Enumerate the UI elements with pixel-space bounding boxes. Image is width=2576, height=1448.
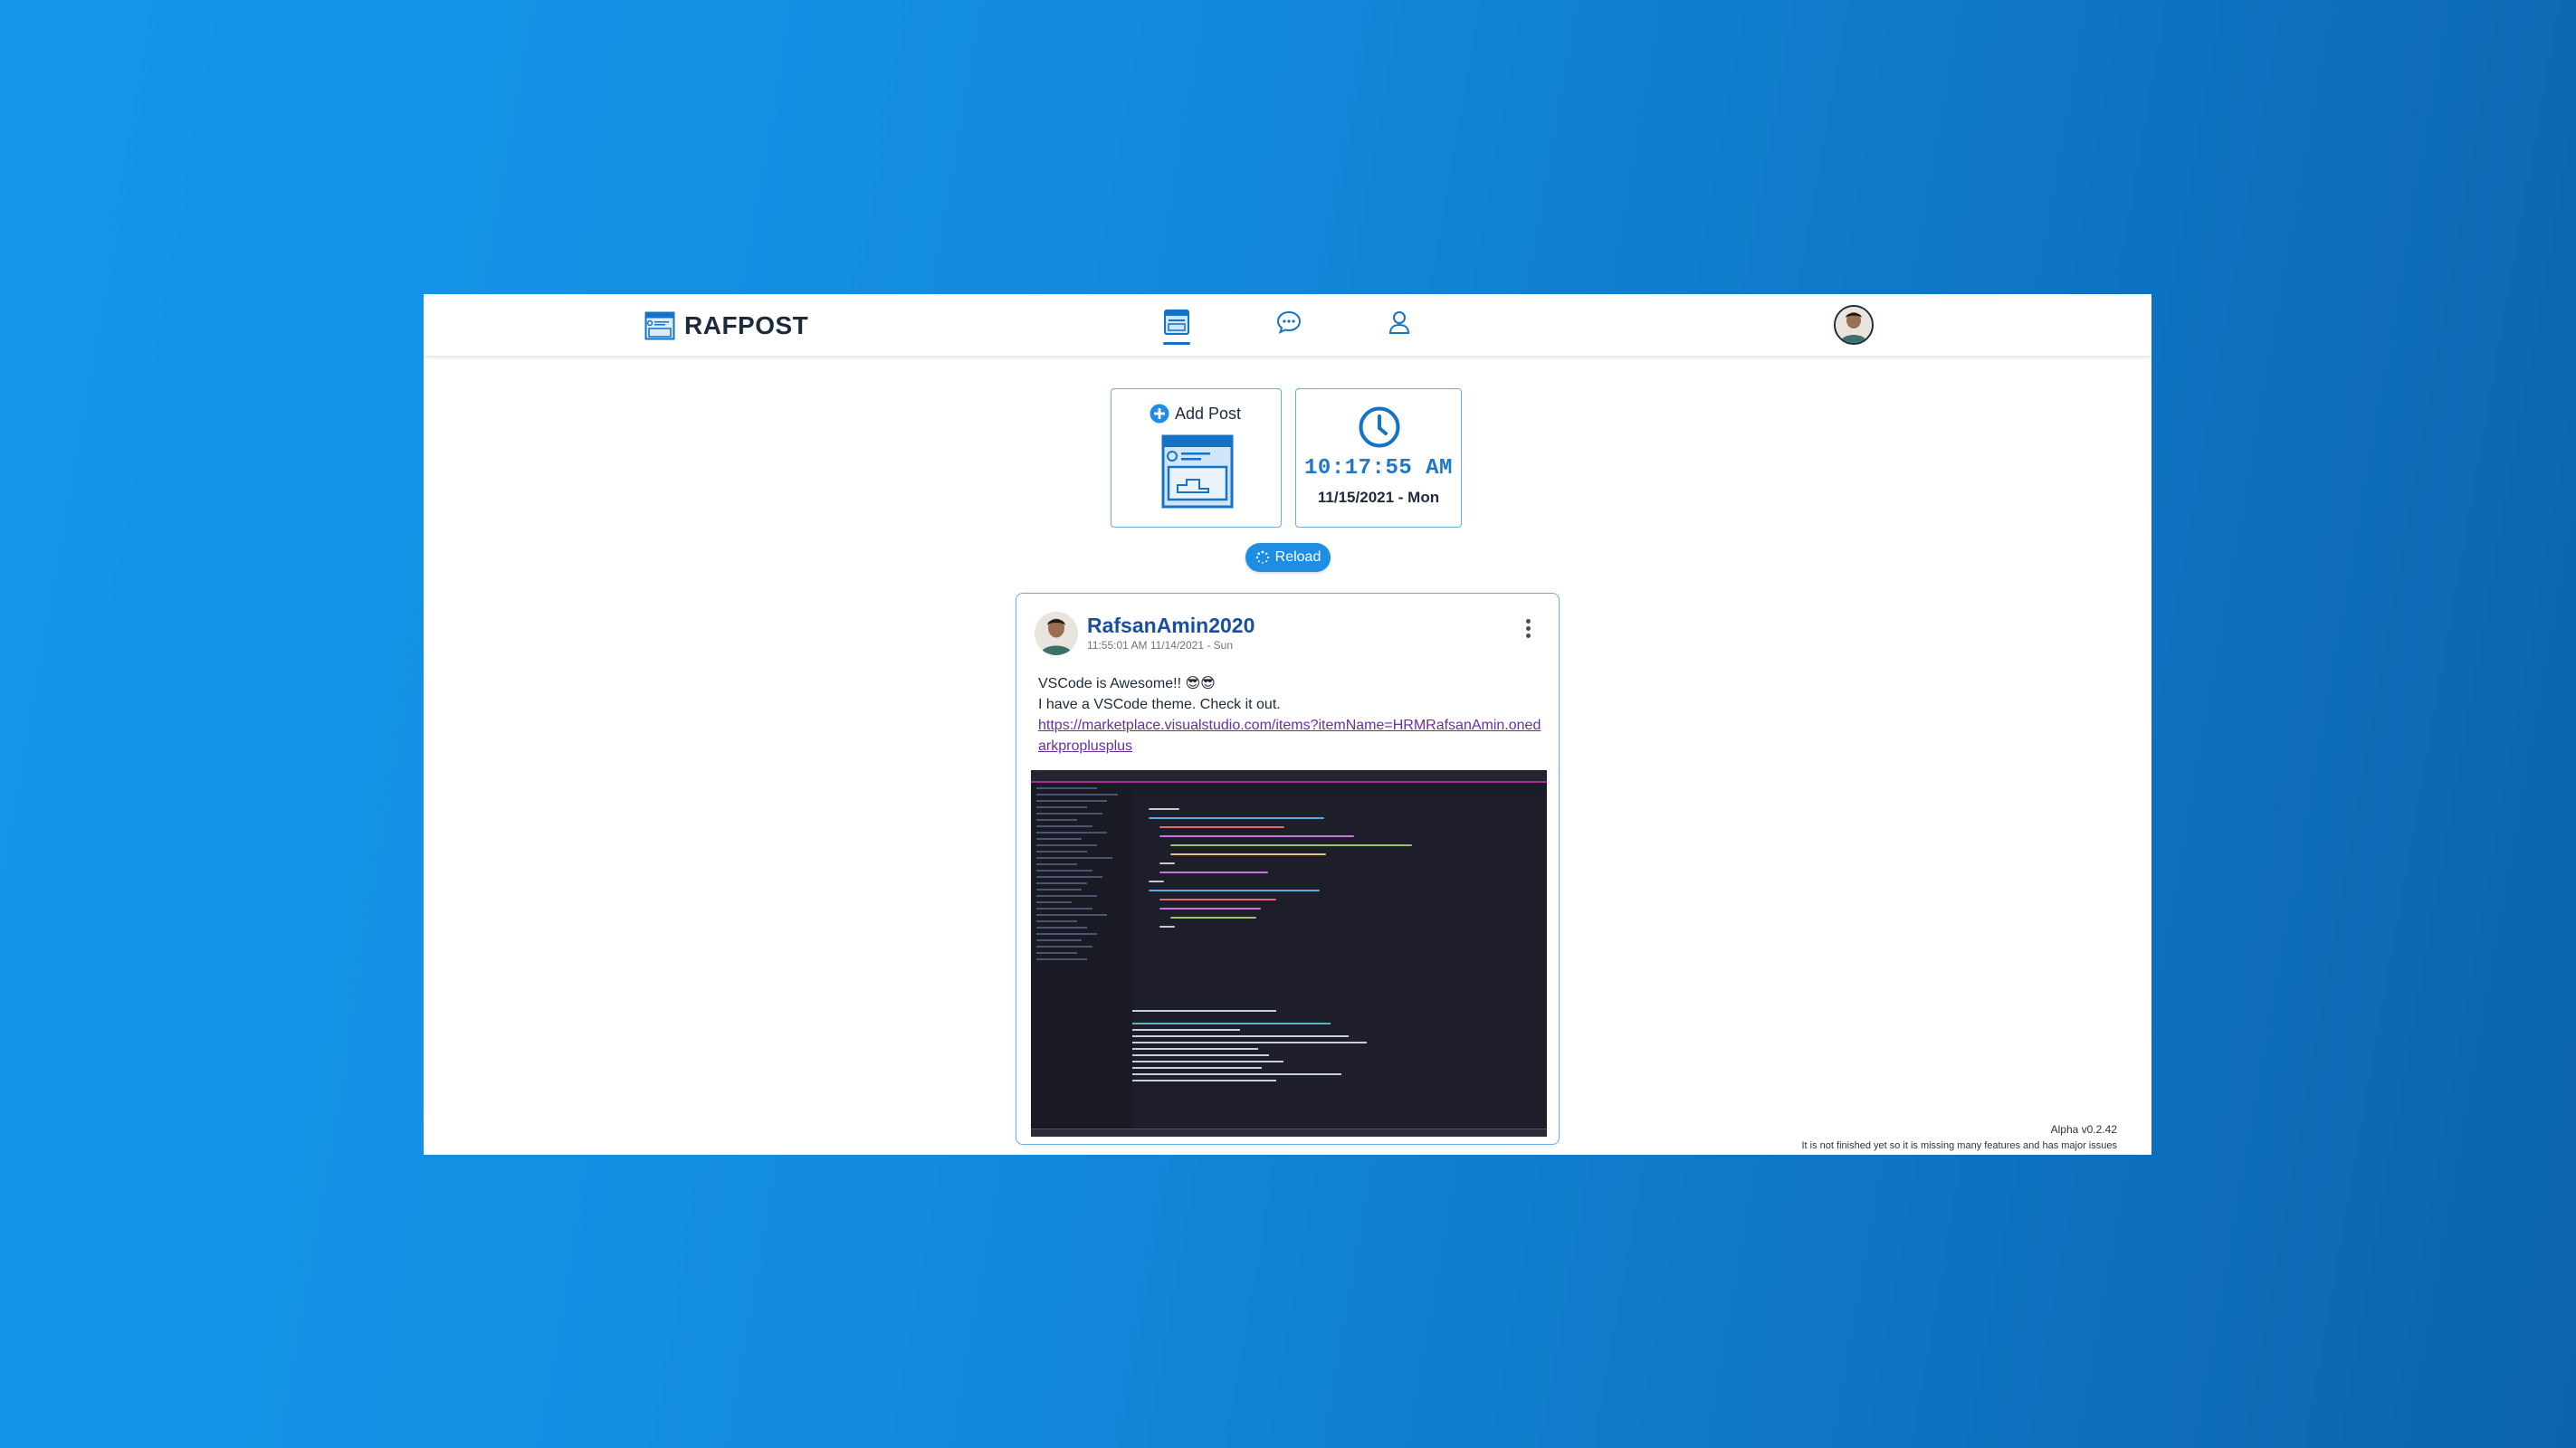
reload-label: Reload bbox=[1274, 549, 1321, 565]
vscode-statusbar bbox=[1031, 1129, 1547, 1137]
vscode-tabs bbox=[1132, 783, 1547, 795]
chat-bubble-icon bbox=[1276, 310, 1302, 334]
brand-logo[interactable]: RAFPOST bbox=[644, 310, 808, 341]
add-post-label: Add Post bbox=[1175, 404, 1242, 423]
post-link[interactable]: https://marketplace.visualstudio.com/ite… bbox=[1038, 718, 1541, 754]
vscode-editor bbox=[1149, 801, 1538, 996]
more-vertical-icon bbox=[1525, 619, 1531, 624]
author-avatar-image bbox=[1035, 612, 1078, 655]
post-author-avatar[interactable] bbox=[1035, 612, 1078, 655]
browser-window-icon bbox=[644, 311, 675, 340]
clock-icon bbox=[1359, 406, 1400, 448]
avatar-image bbox=[1836, 307, 1872, 343]
user-avatar[interactable] bbox=[1834, 305, 1874, 345]
app-window: RAFPOST Add Post 10:17:55 AM 11/15/2021 … bbox=[424, 294, 2151, 1155]
plus-circle-icon bbox=[1150, 404, 1169, 424]
nav-chat-button[interactable] bbox=[1273, 309, 1305, 345]
post-timestamp: 11:55:01 AM 11/14/2021 - Sun bbox=[1087, 639, 1234, 652]
nav-posts-button[interactable] bbox=[1160, 309, 1193, 345]
add-post-header: Add Post bbox=[1150, 404, 1241, 424]
vscode-titlebar bbox=[1031, 770, 1547, 783]
brand-name: RAFPOST bbox=[684, 311, 809, 339]
post-line-1: VSCode is Awesome!! 😎😎 bbox=[1038, 676, 1216, 691]
nav-profile-button[interactable] bbox=[1383, 309, 1416, 345]
user-icon bbox=[1388, 311, 1410, 334]
disclaimer-text: It is not finished yet so it is missing … bbox=[1801, 1140, 2118, 1151]
post-options-menu[interactable] bbox=[1519, 619, 1537, 643]
clock-card: 10:17:55 AM 11/15/2021 - Mon bbox=[1295, 388, 1462, 528]
post-username[interactable]: RafsanAmin2020 bbox=[1087, 614, 1255, 638]
post-page-icon bbox=[1161, 434, 1234, 509]
post-card: RafsanAmin2020 11:55:01 AM 11/14/2021 - … bbox=[1016, 593, 1560, 1145]
reload-button[interactable]: Reload bbox=[1245, 543, 1331, 572]
vscode-terminal bbox=[1132, 1005, 1493, 1126]
spinner-icon bbox=[1255, 550, 1269, 564]
posts-icon bbox=[1164, 310, 1189, 335]
post-line-2: I have a VSCode theme. Check it out. bbox=[1038, 697, 1281, 712]
post-screenshot-image[interactable] bbox=[1031, 770, 1547, 1137]
post-body: VSCode is Awesome!! 😎😎 I have a VSCode t… bbox=[1038, 673, 1545, 757]
clock-time: 10:17:55 AM bbox=[1304, 456, 1453, 481]
navbar: RAFPOST bbox=[424, 294, 2151, 356]
clock-date: 11/15/2021 - Mon bbox=[1317, 489, 1440, 506]
add-post-card[interactable]: Add Post bbox=[1111, 388, 1282, 528]
version-label: Alpha v0.2.42 bbox=[2050, 1123, 2117, 1136]
vscode-explorer bbox=[1031, 783, 1132, 1129]
